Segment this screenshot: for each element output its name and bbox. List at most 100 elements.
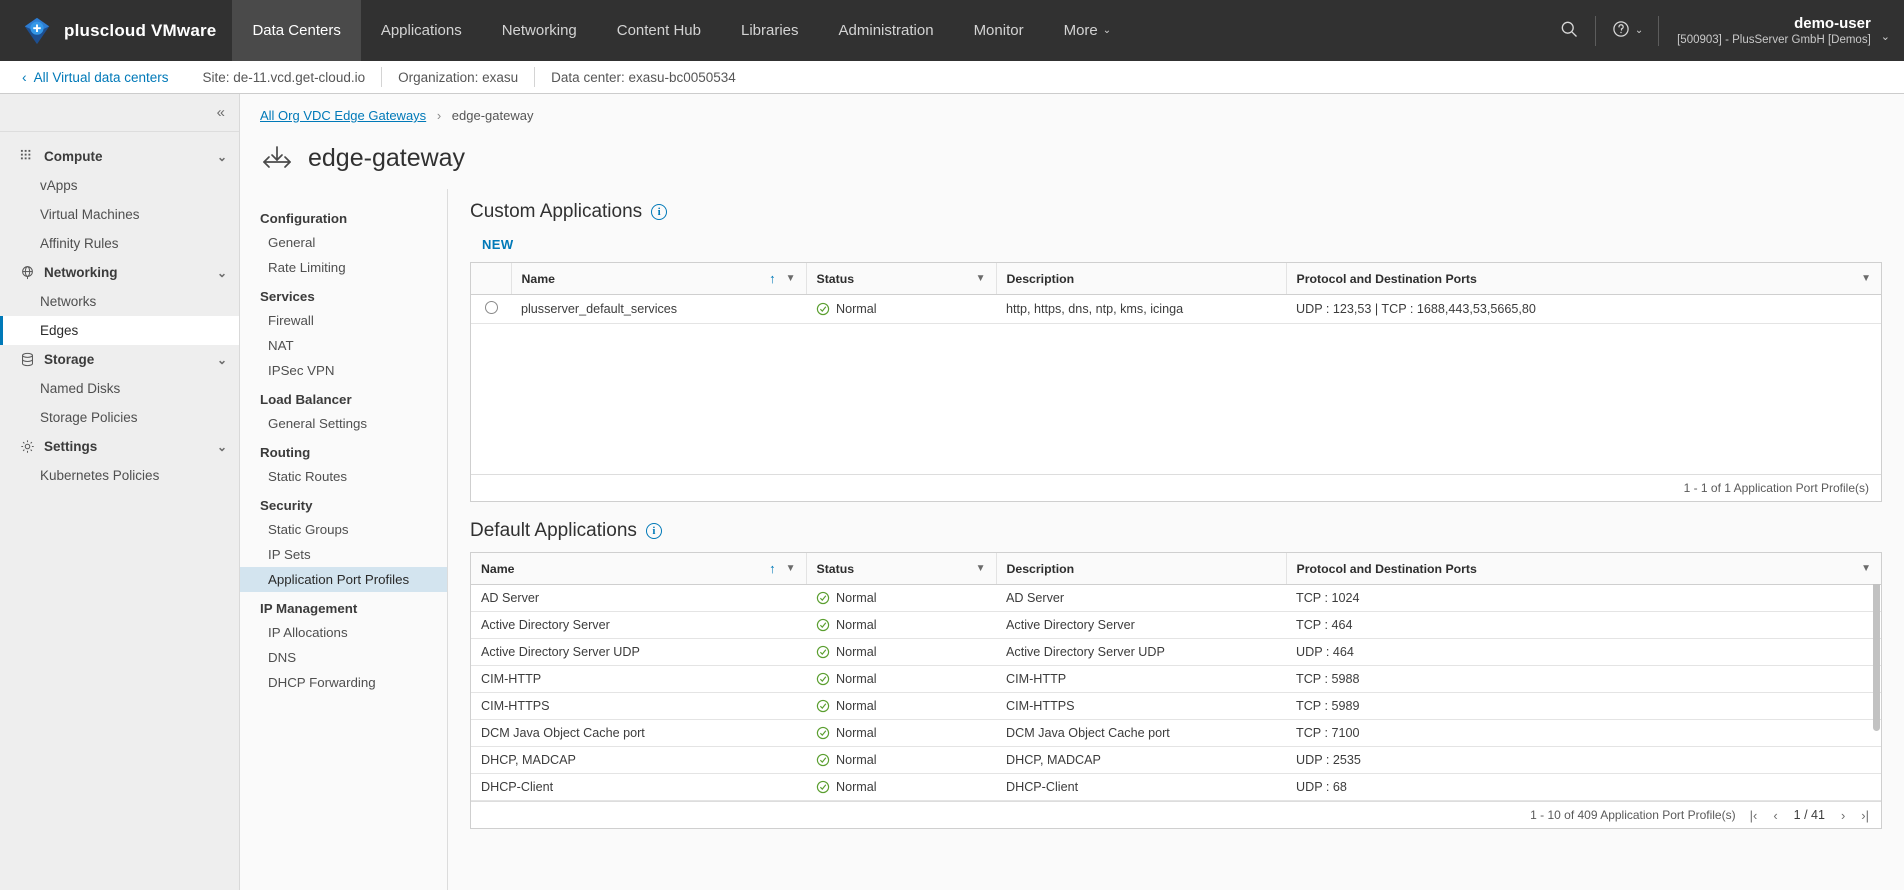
back-to-all-vdc-link[interactable]: ‹ All Virtual data centers (0, 70, 187, 85)
subnav-item-static-groups[interactable]: Static Groups (240, 517, 447, 542)
context-datacenter: Data center: exasu-bc0050534 (551, 69, 736, 85)
filter-icon[interactable]: ▼ (976, 563, 986, 574)
tab-applications[interactable]: Applications (361, 0, 482, 61)
subnav-item-rate-limiting[interactable]: Rate Limiting (240, 255, 447, 280)
cell-status: Normal (806, 692, 996, 720)
tab-administration[interactable]: Administration (819, 0, 954, 61)
status-label: Normal (836, 753, 877, 767)
check-circle-icon (816, 672, 830, 686)
sidebar-item-storage-policies[interactable]: Storage Policies (0, 403, 239, 432)
tab-networking[interactable]: Networking (482, 0, 597, 61)
table-row[interactable]: AD Server Normal AD Server TCP : 1024 (471, 584, 1881, 612)
last-page-button[interactable]: ›| (1861, 808, 1869, 823)
user-menu[interactable]: demo-user [500903] - PlusServer GmbH [De… (1659, 14, 1904, 48)
subnav-group-load-balancer: Load Balancer (260, 392, 352, 407)
table-row[interactable]: DHCP-Client Normal DHCP-Client UDP : 68 (471, 773, 1881, 801)
table-row[interactable]: plusserver_default_services Normal http,… (471, 294, 1881, 324)
next-page-button[interactable]: › (1841, 808, 1845, 823)
user-info: demo-user [500903] - PlusServer GmbH [De… (1677, 14, 1871, 48)
breadcrumb-link-all-edge-gateways[interactable]: All Org VDC Edge Gateways (260, 108, 426, 123)
left-sidebar: « Compute ⌄ vApps Virtual Machines Affin… (0, 94, 240, 890)
vertical-scrollbar[interactable] (1873, 581, 1880, 731)
sidebar-item-edges[interactable]: Edges (0, 316, 239, 345)
cell-ports: TCP : 7100 (1286, 719, 1881, 747)
subnav-item-application-port-profiles[interactable]: Application Port Profiles (240, 567, 447, 592)
sidebar-item-kubernetes-policies[interactable]: Kubernetes Policies (0, 461, 239, 490)
table-row[interactable]: Active Directory Server UDP Normal Active … (471, 638, 1881, 666)
status-label: Normal (836, 780, 877, 794)
subnav-item-nat[interactable]: NAT (240, 333, 447, 358)
sidebar-item-vapps[interactable]: vApps (0, 171, 239, 200)
status-label: Normal (836, 726, 877, 740)
column-header-ports[interactable]: Protocol and Destination Ports ▼ (1285, 263, 1881, 295)
info-icon[interactable]: i (651, 204, 668, 220)
cell-ports: TCP : 5988 (1286, 665, 1881, 693)
search-button[interactable] (1543, 0, 1595, 61)
sidebar-group-networking[interactable]: Networking ⌄ (0, 258, 239, 287)
check-circle-icon (816, 726, 830, 740)
tab-monitor[interactable]: Monitor (954, 0, 1044, 61)
custom-applications-table: Name ↑ ▼ Status ▼ Description Protocol a… (470, 262, 1882, 502)
filter-icon[interactable]: ▼ (1861, 563, 1871, 574)
filter-icon[interactable]: ▼ (786, 563, 796, 574)
tab-libraries[interactable]: Libraries (721, 0, 819, 61)
subnav-item-general-settings[interactable]: General Settings (240, 411, 447, 436)
column-header-ports[interactable]: Protocol and Destination Ports ▼ (1285, 553, 1881, 585)
subnav-item-ip-sets[interactable]: IP Sets (240, 542, 447, 567)
table-row[interactable]: Active Directory Server Normal Active Dire… (471, 611, 1881, 639)
cell-description: Active Directory Server (996, 611, 1286, 639)
cell-ports: UDP : 68 (1286, 773, 1881, 801)
sort-ascending-icon[interactable]: ↑ (769, 271, 776, 286)
filter-icon[interactable]: ▼ (1861, 273, 1871, 284)
sidebar-item-virtual-machines[interactable]: Virtual Machines (0, 200, 239, 229)
table-row[interactable]: CIM-HTTPS Normal CIM-HTTPS TCP : 5989 (471, 692, 1881, 720)
info-icon[interactable]: i (645, 523, 662, 539)
table-row[interactable]: DCM Java Object Cache port Normal DCM Java… (471, 719, 1881, 747)
column-header-description[interactable]: Description (995, 263, 1286, 295)
table-row[interactable]: DHCP, MADCAP Normal DHCP, MADCAP UDP : 2535 (471, 746, 1881, 774)
column-header-description[interactable]: Description (995, 553, 1286, 585)
chevron-down-icon: ⌄ (1102, 25, 1112, 36)
subnav-item-general[interactable]: General (240, 230, 447, 255)
row-select-cell[interactable] (471, 294, 511, 324)
column-header-status[interactable]: Status ▼ (805, 553, 996, 585)
tab-content-hub[interactable]: Content Hub (597, 0, 721, 61)
subnav-item-firewall[interactable]: Firewall (240, 308, 447, 333)
first-page-button[interactable]: |‹ (1750, 808, 1758, 823)
subnav-item-dhcp-forwarding[interactable]: DHCP Forwarding (240, 670, 447, 695)
sidebar-group-compute[interactable]: Compute ⌄ (0, 142, 239, 171)
subnav-item-ip-allocations[interactable]: IP Allocations (240, 620, 447, 645)
cell-status: Normal (806, 719, 996, 747)
tab-data-centers[interactable]: Data Centers (232, 0, 361, 61)
previous-page-button[interactable]: ‹ (1773, 808, 1777, 823)
filter-icon[interactable]: ▼ (976, 273, 986, 284)
sort-ascending-icon[interactable]: ↑ (769, 561, 776, 576)
brand-logo-area[interactable]: pluscloud VMware (0, 0, 232, 61)
filter-icon[interactable]: ▼ (786, 273, 796, 284)
cell-status: Normal (806, 773, 996, 801)
collapse-icon: « (216, 104, 225, 121)
chevron-down-icon: ⌄ (1634, 25, 1644, 36)
subnav-item-static-routes[interactable]: Static Routes (240, 464, 447, 489)
subnav-item-dns[interactable]: DNS (240, 645, 447, 670)
subnav-item-ipsec-vpn[interactable]: IPSec VPN (240, 358, 447, 383)
sidebar-item-affinity-rules[interactable]: Affinity Rules (0, 229, 239, 258)
subnav-group-services: Services (260, 289, 315, 304)
chevron-down-icon: ⌄ (216, 352, 227, 367)
sidebar-collapse-button[interactable]: « (0, 94, 239, 132)
tab-more[interactable]: More ⌄ (1044, 0, 1132, 61)
sidebar-group-settings[interactable]: Settings ⌄ (0, 432, 239, 461)
column-header-name[interactable]: Name ↑ ▼ (471, 553, 806, 585)
sidebar-item-networks[interactable]: Networks (0, 287, 239, 316)
new-button[interactable]: NEW (470, 227, 524, 262)
column-header-status[interactable]: Status ▼ (805, 263, 996, 295)
record-count: 1 - 1 of 1 Application Port Profile(s) (1683, 481, 1869, 495)
help-button[interactable]: ⌄ (1596, 19, 1658, 42)
sidebar-group-storage[interactable]: Storage ⌄ (0, 345, 239, 374)
column-header-name[interactable]: Name ↑ ▼ (510, 263, 806, 295)
chevron-down-icon: ⌄ (216, 265, 227, 280)
radio-button[interactable] (485, 301, 498, 314)
grid-icon (20, 149, 35, 164)
table-row[interactable]: CIM-HTTP Normal CIM-HTTP TCP : 5988 (471, 665, 1881, 693)
sidebar-item-named-disks[interactable]: Named Disks (0, 374, 239, 403)
